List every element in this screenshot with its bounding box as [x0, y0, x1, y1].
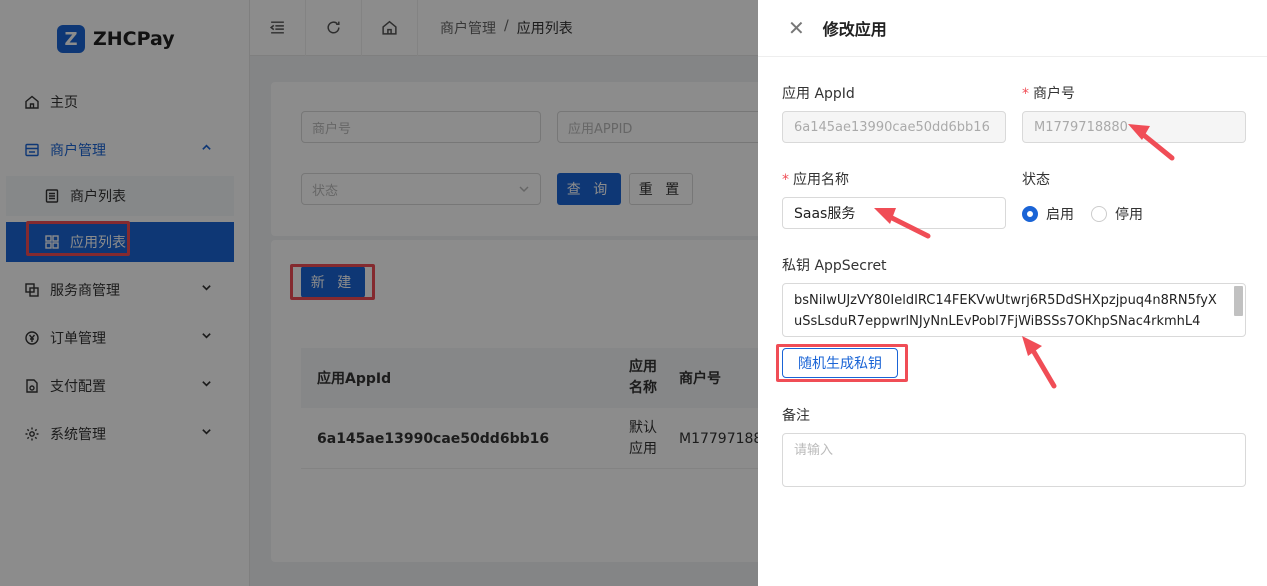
annotation-arrow-icon	[1128, 124, 1175, 161]
status-enabled-radio[interactable]: 启用	[1022, 204, 1074, 224]
app-name-label-text: 应用名称	[793, 172, 849, 188]
app-name-label: * 应用名称	[782, 169, 849, 189]
radio-checked-icon	[1022, 206, 1038, 222]
remark-label: 备注	[782, 408, 810, 424]
radio-unchecked-icon	[1091, 206, 1107, 222]
scrollbar[interactable]	[1234, 286, 1243, 316]
required-mark: *	[782, 172, 789, 188]
radio-label: 停用	[1115, 207, 1143, 223]
required-mark: *	[1022, 86, 1029, 102]
status-disabled-radio[interactable]: 停用	[1091, 204, 1143, 224]
close-icon[interactable]: ✕	[788, 18, 805, 38]
annotation-arrow-icon	[1022, 336, 1057, 389]
annotation-arrow-icon	[874, 208, 931, 239]
appid-label: 应用 AppId	[782, 86, 855, 102]
secret-label: 私钥 AppSecret	[782, 258, 887, 274]
remark-textarea[interactable]: 请输入	[782, 433, 1246, 487]
appid-field[interactable]: 6a145ae13990cae50dd6bb16	[782, 111, 1006, 143]
highlight-box	[776, 344, 908, 382]
secret-textarea[interactable]: bsNiIwUJzVY80IeldIRC14FEKVwUtwrj6R5DdSHX…	[782, 283, 1246, 337]
drawer-header: ✕ 修改应用	[758, 0, 1267, 57]
radio-label: 启用	[1046, 207, 1074, 223]
merchant-label: * 商户号	[1022, 83, 1075, 103]
drawer-title: 修改应用	[822, 20, 887, 39]
status-label: 状态	[1022, 172, 1050, 188]
secret-value: bsNiIwUJzVY80IeldIRC14FEKVwUtwrj6R5DdSHX…	[794, 293, 1217, 329]
merchant-label-text: 商户号	[1033, 86, 1075, 102]
